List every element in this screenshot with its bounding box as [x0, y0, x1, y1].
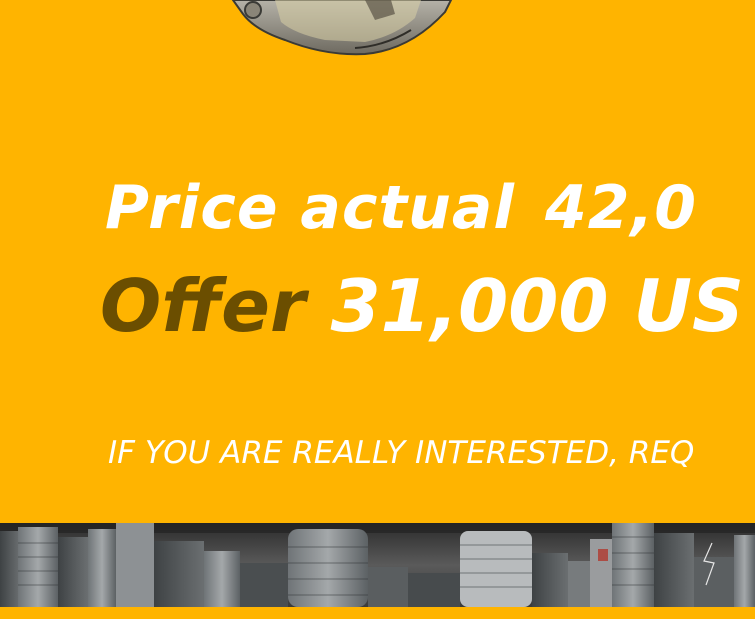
- bottom-strip: [0, 607, 755, 619]
- excavator-bucket-image: [231, 0, 453, 56]
- offer-value: 31,000 US: [330, 264, 744, 348]
- price-actual-line: Price actual 42,0: [105, 178, 697, 238]
- interest-request-text: IF YOU ARE REALLY INTERESTED, REQ: [108, 435, 695, 471]
- city-skyline-image: [0, 523, 755, 607]
- offer-label: Offer: [100, 264, 306, 348]
- page: Price actual 42,0 Offer 31,000 US IF YOU …: [0, 0, 755, 619]
- price-actual-value: 42,0: [544, 173, 697, 243]
- price-actual-label: Price actual: [105, 173, 515, 243]
- offer-line: Offer 31,000 US: [100, 270, 744, 342]
